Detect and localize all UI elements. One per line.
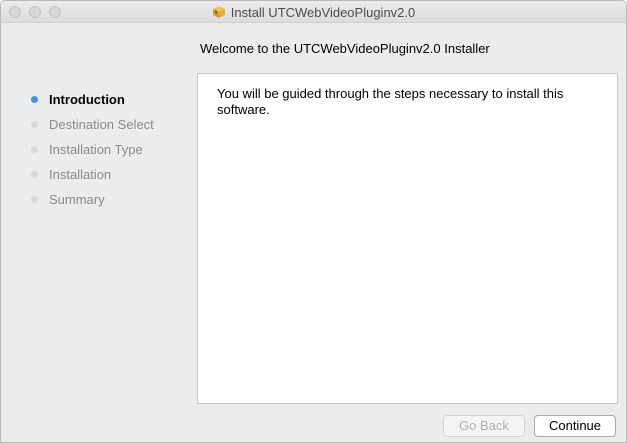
welcome-heading: Welcome to the UTCWebVideoPluginv2.0 Ins… bbox=[200, 41, 490, 56]
step-summary: Summary bbox=[1, 187, 191, 212]
step-indicator-dot bbox=[31, 196, 38, 203]
step-label: Installation Type bbox=[49, 142, 143, 157]
installer-window: Install UTCWebVideoPluginv2.0 Welcome to… bbox=[0, 0, 627, 443]
step-indicator-dot bbox=[31, 96, 38, 103]
package-icon bbox=[212, 6, 225, 18]
intro-text: You will be guided through the steps nec… bbox=[217, 86, 564, 117]
continue-button[interactable]: Continue bbox=[534, 415, 616, 437]
step-installation-type: Installation Type bbox=[1, 137, 191, 162]
step-label: Installation bbox=[49, 167, 112, 182]
step-introduction: Introduction bbox=[1, 87, 191, 112]
window-title: Install UTCWebVideoPluginv2.0 bbox=[230, 4, 416, 20]
steps-sidebar: Introduction Destination Select Installa… bbox=[1, 87, 191, 212]
step-indicator-dot bbox=[31, 121, 38, 128]
step-indicator-dot bbox=[31, 171, 38, 178]
step-label: Summary bbox=[49, 192, 105, 207]
step-label: Introduction bbox=[49, 92, 125, 107]
step-indicator-dot bbox=[31, 146, 38, 153]
step-label: Destination Select bbox=[49, 117, 154, 132]
content-panel: You will be guided through the steps nec… bbox=[197, 73, 618, 404]
title-bar: Install UTCWebVideoPluginv2.0 bbox=[1, 1, 626, 23]
window-title-group: Install UTCWebVideoPluginv2.0 bbox=[1, 1, 626, 23]
step-installation: Installation bbox=[1, 162, 191, 187]
step-destination-select: Destination Select bbox=[1, 112, 191, 137]
go-back-button[interactable]: Go Back bbox=[443, 415, 525, 437]
